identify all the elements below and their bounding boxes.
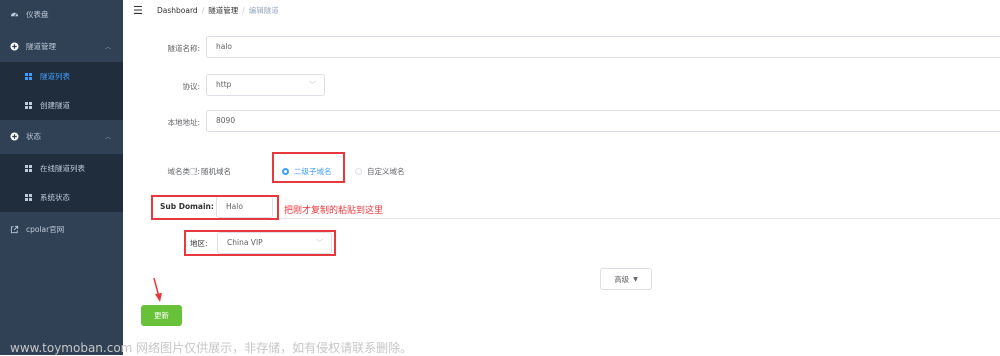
sidebar-item-label: 仪表盘 [26,10,49,19]
sidebar-item-tunnel-list[interactable]: 隧道列表 [0,62,123,91]
sidebar-item-tunnel-management[interactable]: 隧道管理 ︿ [0,32,123,61]
sidebar-item-label: 系统状态 [40,193,70,202]
dashboard-icon [10,10,19,19]
local-address-label: 本地地址: [167,118,200,127]
plus-circle-icon [10,42,19,51]
sidebar-item-label: 创建隧道 [40,101,70,110]
chevron-up-icon: ︿ [104,134,111,141]
grid-icon [24,72,33,81]
annotation-text: 把刚才复制的粘贴到这里 [284,206,384,216]
advanced-label: 高级 [614,274,630,284]
radio-label: 随机域名 [201,167,231,176]
grid-icon [24,101,33,110]
radio-random-domain[interactable]: 随机域名 [189,166,231,177]
external-link-icon [10,225,19,234]
breadcrumb-current: 编辑隧道 [248,6,279,15]
watermark-text: www.toymoban.com 网络图片仅供展示，非存储，如有侵权请联系删除。 [10,341,413,355]
chevron-down-icon: ﹀ [309,81,316,89]
sidebar-item-create-tunnel[interactable]: 创建隧道 [0,91,123,120]
update-button[interactable]: 更新 [141,305,182,326]
breadcrumb-section[interactable]: 隧道管理 [208,6,238,15]
sidebar-item-label: 状态 [26,132,41,141]
radio-label: 自定义域名 [367,167,405,176]
tunnel-name-input[interactable]: halo [206,36,1000,58]
hamburger-icon[interactable]: ☰ [133,4,143,17]
row-divider [279,218,1000,219]
radio-custom-domain[interactable]: 自定义域名 [355,166,405,177]
local-address-input[interactable]: 8090 [206,110,1000,132]
advanced-dropdown-button[interactable]: 高级 ▼ [600,268,652,290]
highlight-box-region [184,230,336,256]
highlight-box-subdomain-radio [272,152,345,183]
sidebar-item-cpolar-site[interactable]: cpolar官网 [0,215,123,244]
breadcrumb-home[interactable]: Dashboard [157,6,198,15]
radio-circle [189,168,196,175]
breadcrumb: Dashboard / 隧道管理 / 编辑隧道 [157,6,279,15]
protocol-label: 协议: [182,82,200,91]
sidebar-item-dashboard[interactable]: 仪表盘 [0,0,123,29]
tunnel-name-label: 隧道名称: [167,44,200,53]
plus-circle-icon [10,132,19,141]
chevron-up-icon: ︿ [104,44,111,51]
sidebar: 仪表盘 隧道管理 ︿ 隧道列表 创建隧道 状态 ︿ 在线隧道列表 系统状态 cp… [0,0,123,355]
protocol-value: http [216,80,232,89]
sidebar-item-label: 在线隧道列表 [40,164,85,173]
grid-icon [24,164,33,173]
grid-icon [24,193,33,202]
sidebar-item-label: 隧道管理 [26,42,56,51]
radio-circle [355,168,362,175]
protocol-select[interactable]: http ﹀ [206,74,325,96]
sidebar-item-label: 隧道列表 [40,72,70,81]
caret-down-icon: ▼ [633,275,638,283]
red-arrow-icon [153,277,162,302]
sidebar-item-online-tunnels[interactable]: 在线隧道列表 [0,154,123,183]
main-content: ☰ Dashboard / 隧道管理 / 编辑隧道 隧道名称: halo 协议: htt… [123,0,1000,355]
highlight-box-subdomain [151,195,279,220]
sidebar-item-status[interactable]: 状态 ︿ [0,122,123,151]
sidebar-item-system-status[interactable]: 系统状态 [0,183,123,212]
sidebar-item-label: cpolar官网 [26,225,65,234]
